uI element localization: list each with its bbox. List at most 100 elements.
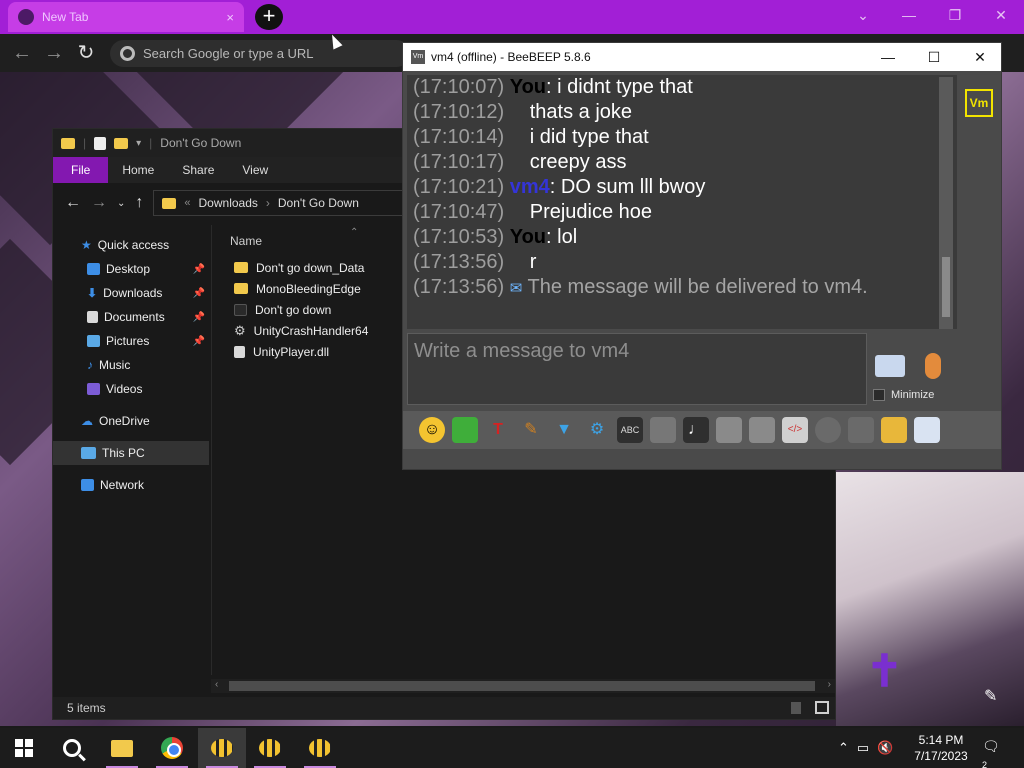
detach-window-icon[interactable] [914,417,940,443]
message-input[interactable]: Write a message to vm4 [407,333,867,405]
send-message-icon[interactable] [875,355,905,377]
tab-search-button[interactable]: ⌄ [840,0,886,30]
bee-icon [259,739,281,757]
sort-caret-icon: ⌃ [350,227,359,238]
taskbar-beebeep-2[interactable] [246,728,294,768]
network-status-icon[interactable]: ▭ [857,740,869,756]
music-note-icon[interactable]: ♩ [683,417,709,443]
taskbar: ⌃ ▭ 🔇 5:14 PM 7/17/2023 🗨2 [0,728,1024,768]
sidebar-item-network[interactable]: Network [53,473,209,497]
taskbar-beebeep-1[interactable] [198,728,246,768]
separator-icon: | [83,136,87,150]
back-arrow-icon[interactable]: ← [8,39,36,67]
sidebar-item-label: Desktop [106,262,151,276]
sidebar-item-label: Downloads [103,286,163,300]
sidebar-item-downloads[interactable]: ⬇ Downloads 📌 [53,281,209,305]
sidebar-item-pictures[interactable]: Pictures 📌 [53,329,209,353]
horizontal-scrollbar[interactable]: ‹ › [211,679,835,693]
back-arrow-icon[interactable]: ← [65,194,81,212]
forward-arrow-icon[interactable]: → [40,39,68,67]
recent-dropdown-icon[interactable]: ⌄ [117,198,125,209]
microphone-icon[interactable] [925,353,941,379]
minimize-checkbox[interactable]: Minimize [873,389,934,401]
omnibox[interactable]: Search Google or type a URL [110,40,410,67]
emoticon-icon[interactable]: ☺ [419,417,445,443]
breadcrumb-downloads[interactable]: Downloads [199,196,258,210]
ribbon-tab-file[interactable]: File [53,157,109,183]
document-icon [87,311,98,323]
sidebar-item-documents[interactable]: Documents 📌 [53,305,209,329]
scrollbar-thumb[interactable] [942,257,950,317]
filter-icon[interactable]: ▼ [551,417,577,443]
screenshot-icon[interactable] [815,417,841,443]
forward-arrow-icon[interactable]: → [91,194,107,212]
user-list-pane: Vm [959,75,999,405]
completer-icon[interactable] [650,417,676,443]
quick-access-dropdown-icon[interactable]: ▾ [136,138,141,149]
breadcrumb-overflow-icon[interactable]: « [184,197,190,209]
chrome-close-button[interactable]: ✕ [978,0,1024,30]
chat-scrollbar[interactable] [939,77,953,329]
save-chat-icon[interactable] [452,417,478,443]
details-view-icon[interactable] [791,702,801,714]
minimize-button[interactable]: — [865,43,911,71]
reload-icon[interactable]: ↻ [72,39,100,67]
ribbon-tab-share[interactable]: Share [168,157,228,183]
sidebar-item-quick-access[interactable]: ★ Quick access [53,233,209,257]
large-icons-view-icon[interactable] [815,701,829,714]
message-text: i didnt type that [557,76,693,98]
breadcrumb-dont-go-down[interactable]: Don't Go Down [278,196,359,210]
start-button[interactable] [0,728,48,768]
ribbon-tab-view[interactable]: View [228,157,282,183]
notes-icon[interactable] [881,417,907,443]
scroll-right-icon[interactable]: › [828,679,831,690]
sidebar-item-label: Quick access [97,238,170,252]
omnibox-placeholder: Search Google or type a URL [143,46,314,61]
notification-center-icon[interactable]: 🗨2 [982,738,1004,768]
up-arrow-icon[interactable]: ↑ [135,194,143,212]
network-icon [81,479,94,491]
font-icon[interactable]: T [485,417,511,443]
taskbar-chrome[interactable] [148,728,196,768]
sidebar-item-onedrive[interactable]: ☁ OneDrive [53,409,209,433]
breadcrumb-separator: › [265,196,270,210]
html-code-icon[interactable]: </> [782,417,808,443]
checkbox[interactable] [873,389,885,401]
new-folder-icon[interactable] [114,137,129,149]
color-icon[interactable]: ✎ [518,417,544,443]
send-folder-icon[interactable] [749,417,775,443]
maximize-button[interactable]: ☐ [911,43,957,71]
scroll-left-icon[interactable]: ‹ [215,679,218,690]
clear-icon[interactable] [848,417,874,443]
taskbar-beebeep-3[interactable] [296,728,344,768]
chrome-restore-button[interactable]: ❐ [932,0,978,30]
ribbon-tab-home[interactable]: Home [108,157,168,183]
properties-icon[interactable] [94,136,107,150]
system-clock[interactable]: 5:14 PM 7/17/2023 [910,732,972,764]
close-button[interactable]: ✕ [957,43,1003,71]
sidebar-item-this-pc[interactable]: This PC [53,441,209,465]
sidebar-item-videos[interactable]: Videos [53,377,209,401]
scrollbar-thumb[interactable] [229,681,815,691]
new-tab-button[interactable]: + [255,4,283,30]
sidebar-item-music[interactable]: ♪ Music [53,353,209,377]
search-button[interactable] [48,728,96,768]
chrome-tab[interactable]: New Tab × [8,2,244,32]
send-file-icon[interactable] [716,417,742,443]
sidebar-item-desktop[interactable]: Desktop 📌 [53,257,209,281]
taskbar-file-explorer[interactable] [98,728,146,768]
pen-icon[interactable]: ✎ [984,686,997,706]
desktop-icon [87,263,100,275]
chrome-minimize-button[interactable]: — [886,0,932,30]
bee-icon [211,739,233,757]
user-avatar-vm4[interactable]: Vm [965,89,993,117]
tab-close-icon[interactable]: × [226,10,234,25]
chat-message: (17:10:07) You: i didnt type that [413,76,693,98]
volume-muted-icon[interactable]: 🔇 [877,740,893,756]
cross-icon: ✝ [866,647,903,696]
message-time: (17:10:47) [413,201,505,223]
show-hidden-icons-icon[interactable]: ⌃ [838,740,849,756]
settings-gear-icon[interactable]: ⚙ [584,417,610,443]
spellcheck-icon[interactable]: ABC [617,417,643,443]
message-text: r [529,251,537,273]
